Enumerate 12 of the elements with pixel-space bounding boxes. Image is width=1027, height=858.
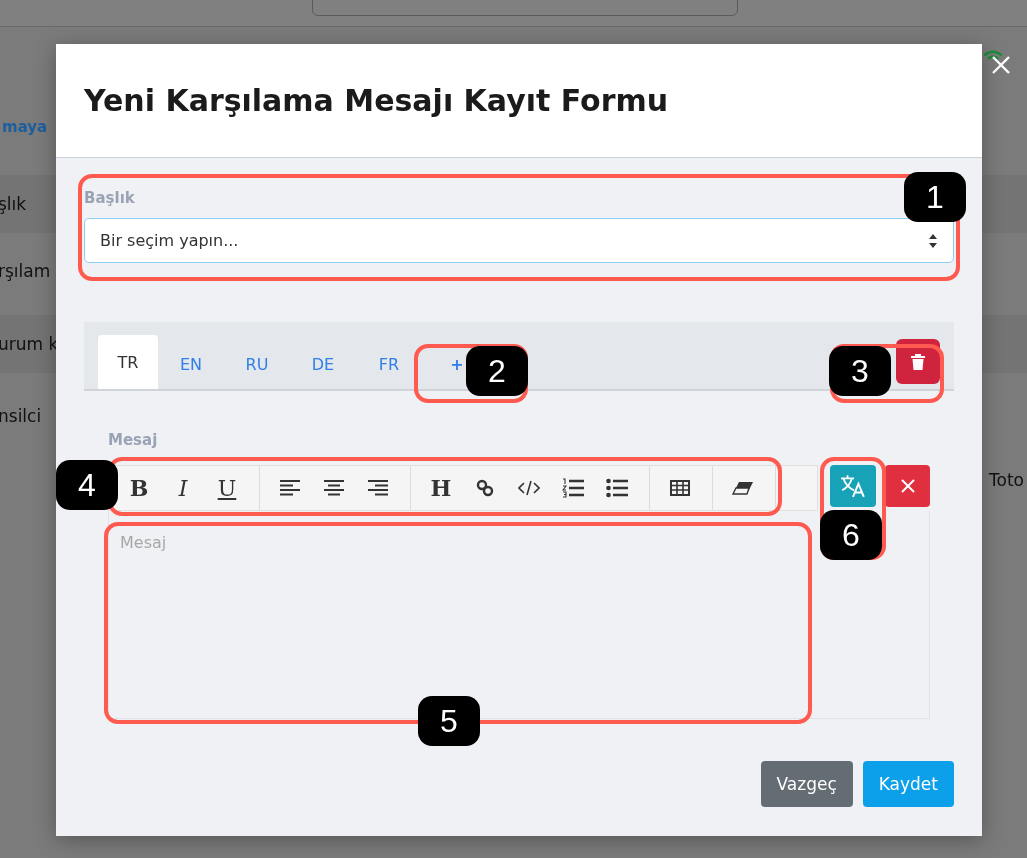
modal-title: Yeni Karşılama Mesajı Kayıt Formu xyxy=(84,83,669,118)
callout-number-overlay: 3 xyxy=(829,346,891,396)
column-text: Toto xyxy=(989,470,1024,490)
callout-number-overlay: 1 xyxy=(904,172,966,222)
table-cell: rşılam xyxy=(0,261,51,281)
callout-number-overlay: 5 xyxy=(418,696,480,746)
field-label: Mesaj xyxy=(108,430,158,451)
field-label: Başlık xyxy=(84,188,135,209)
callout-number-overlay: 4 xyxy=(56,460,118,510)
callout-number-overlay: 2 xyxy=(466,346,528,396)
table-cell: nsilci xyxy=(0,406,42,426)
callout-number-overlay: 6 xyxy=(820,510,882,560)
